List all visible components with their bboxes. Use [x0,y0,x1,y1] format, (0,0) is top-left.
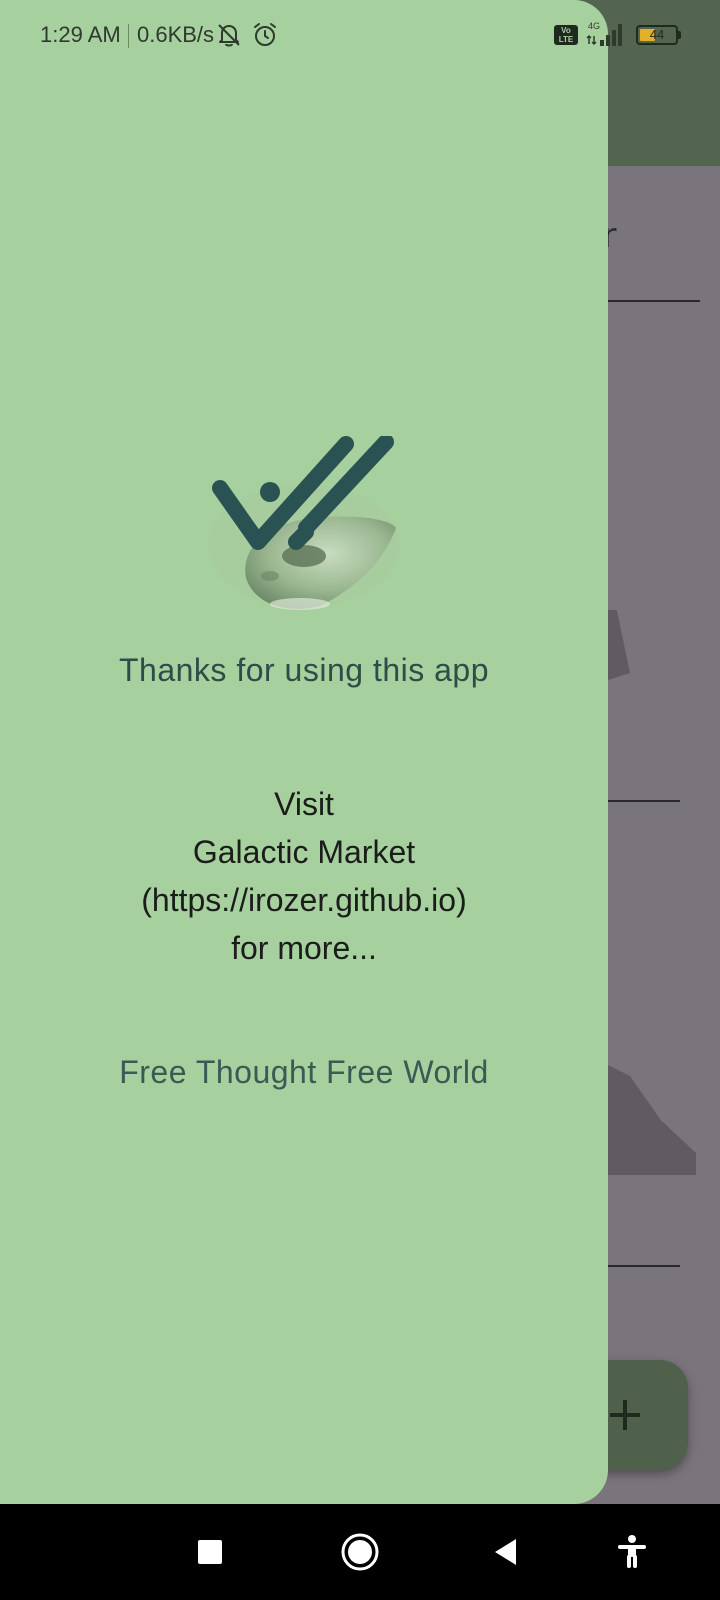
system-nav-bar [0,1504,720,1600]
tagline: Free Thought Free World [119,1054,489,1090]
home-icon [341,1533,379,1571]
volte-icon: Vo LTE [554,25,578,45]
battery-level: 44 [649,27,665,42]
background-field-underline [600,800,680,802]
visit-line: for more... [231,930,377,966]
back-icon [495,1539,516,1565]
thanks-message: Thanks for using this app [118,652,490,688]
visit-line: Visit [274,786,334,822]
recents-icon [198,1540,222,1564]
home-button[interactable] [336,1528,384,1576]
background-field-underline [600,1265,680,1267]
status-bar: 1:29 AM 0.6KB/s Vo LTE 4G 44 [0,0,720,70]
network-speed: 0.6KB/s [137,22,215,47]
battery-tip [678,31,681,39]
accessibility-icon [618,1535,646,1568]
screen: ner Thanks for using thi [0,0,720,1600]
visit-line: (https://irozer.github.io) [141,882,467,918]
alarm-icon [254,23,276,46]
double-check-alien-logo [208,436,400,610]
accessibility-button[interactable] [608,1528,656,1576]
navigation-drawer: Thanks for using this app Visit Galactic… [0,0,608,1504]
bell-off-icon [218,24,240,47]
status-divider [128,24,129,48]
background-field-underline [600,300,700,302]
visit-line: Galactic Market [192,834,416,870]
back-button[interactable] [482,1528,530,1576]
visit-galactic-market-link[interactable]: Visit Galactic Market (https://irozer.gi… [0,780,608,972]
status-time: 1:29 AM [40,22,121,47]
network-type-label: 4G [588,21,600,31]
recents-button[interactable] [186,1528,234,1576]
signal-4g-icon: 4G [586,21,622,46]
battery-icon: 44 [636,25,681,45]
